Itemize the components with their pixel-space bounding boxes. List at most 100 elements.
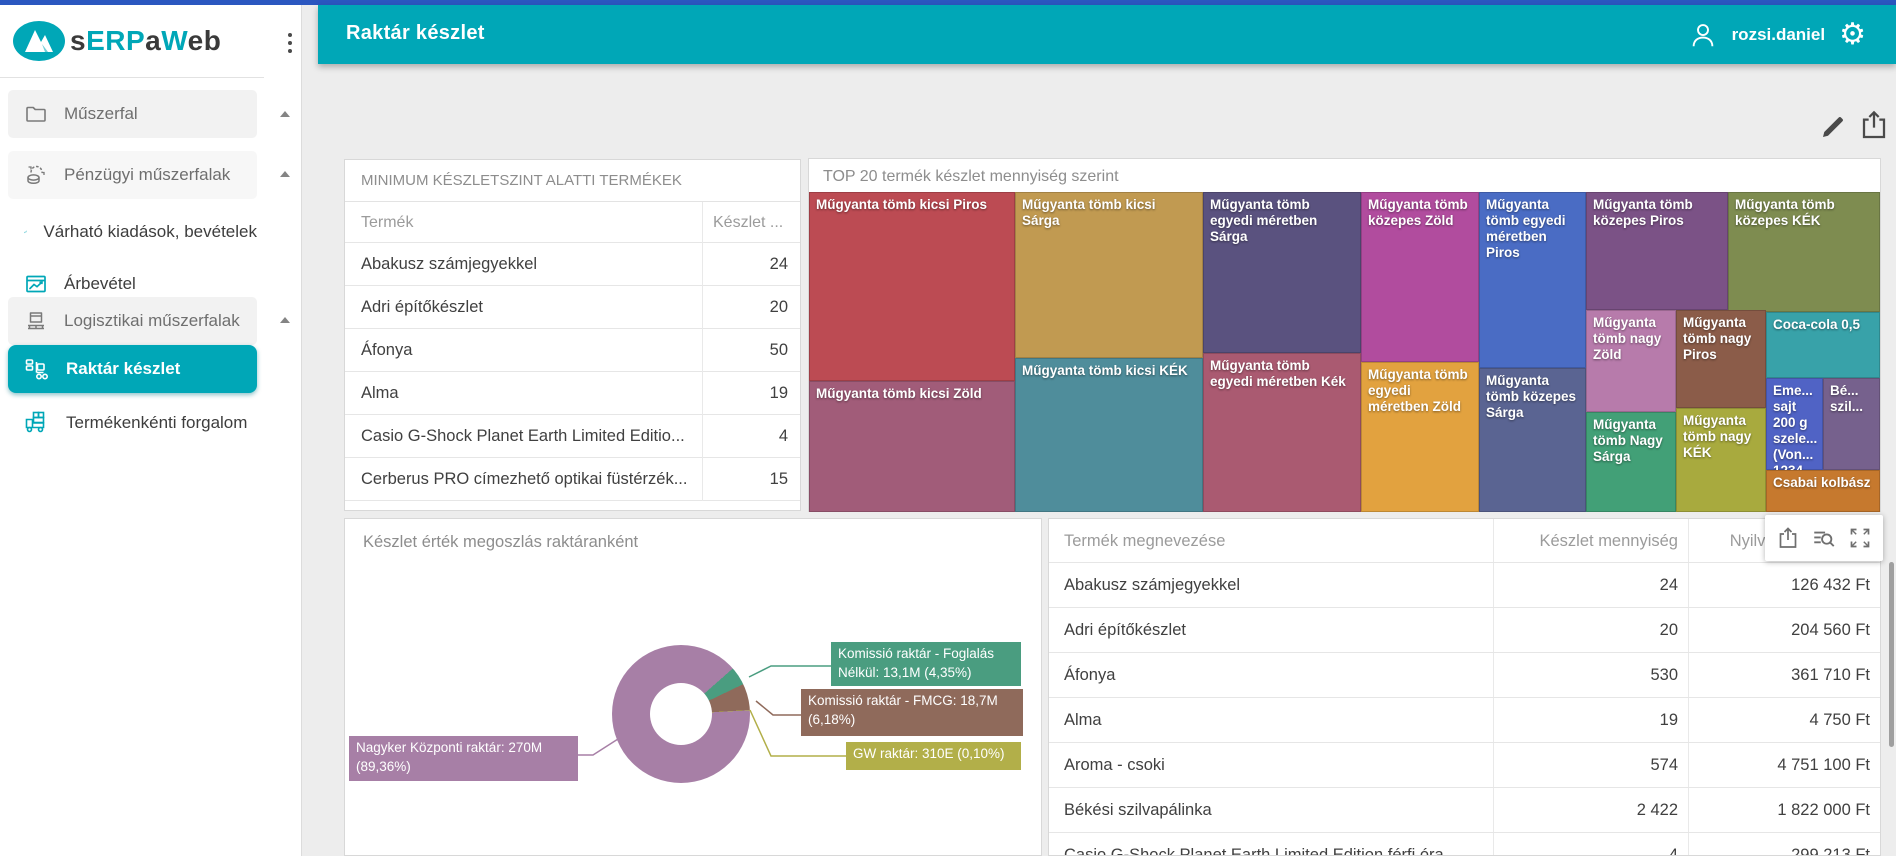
sidebar-item-raktar-keszlet[interactable]: Raktár készlet	[8, 345, 257, 393]
sidebar-item-label: Árbevétel	[64, 274, 136, 294]
panel-minimum-stock: MINIMUM KÉSZLETSZINT ALATTI TERMÉKEK Ter…	[344, 159, 801, 511]
table-header-row: Termék megnevezése Készlet mennyiség Nyi…	[1049, 519, 1880, 563]
column-header-keszlet[interactable]: Készlet ...	[703, 202, 800, 243]
table-row[interactable]: Casio G-Shock Planet Earth Limited Editi…	[1049, 833, 1880, 856]
treemap-cell[interactable]: Bé... szil...	[1823, 378, 1880, 470]
chart-window-icon	[24, 272, 48, 296]
panel-treemap-top20: TOP 20 termék készlet mennyiség szerint …	[808, 158, 1881, 512]
scrollbar-thumb[interactable]	[1889, 562, 1894, 747]
serpa-logo-icon	[12, 20, 66, 62]
table-cell: 19	[1494, 698, 1689, 742]
column-header-termek-megnevezese[interactable]: Termék megnevezése	[1049, 519, 1494, 562]
table-row[interactable]: Áfonya530361 710 Ft	[1049, 653, 1880, 698]
donut-callout-label[interactable]: Nagyker Központi raktár: 270M (89,36%)	[349, 736, 578, 781]
table-row[interactable]: Adri építőkészlet20	[345, 286, 800, 329]
coins-icon	[24, 163, 48, 187]
table-row[interactable]: Aroma - csoki5744 751 100 Ft	[1049, 743, 1880, 788]
table-cell: Áfonya	[1049, 653, 1494, 697]
sidebar-item-label: Logisztikai műszerfalak	[64, 311, 240, 331]
logo: sERPaWeb	[0, 13, 302, 69]
table-cell: 574	[1494, 743, 1689, 787]
treemap-cell[interactable]: Műgyanta tömb kicsi KÉK	[1015, 358, 1203, 512]
table-cell: Abakusz számjegyekkel	[345, 243, 703, 286]
treemap-cell[interactable]: Műgyanta tömb egyedi méretben Piros	[1479, 192, 1586, 368]
treemap-cell[interactable]: Műgyanta tömb egyedi méretben Kék	[1203, 353, 1361, 512]
panel-title: Készlet érték megoszlás raktáranként	[345, 519, 1041, 559]
table-row[interactable]: Cerberus PRO címezhető optikai füstérzék…	[345, 458, 800, 501]
kebab-menu-icon[interactable]	[281, 29, 299, 59]
table-row[interactable]: Alma19	[345, 372, 800, 415]
treemap-cell[interactable]: Műgyanta tömb közepes Zöld	[1361, 192, 1479, 362]
sidebar-item-muszerfal[interactable]: Műszerfal	[8, 90, 257, 138]
table-cell: Békési szilvapálinka	[1049, 788, 1494, 832]
column-header-keszlet-mennyiseg[interactable]: Készlet mennyiség	[1494, 519, 1689, 562]
treemap-cell[interactable]: Csabai kolbász	[1766, 470, 1880, 512]
sidebar-item-label: Várható kiadások, bevételek	[43, 222, 257, 242]
table-body: Abakusz számjegyekkel24126 432 FtAdri ép…	[1049, 563, 1880, 856]
treemap-cell[interactable]: Műgyanta tömb nagy KÉK	[1676, 408, 1766, 512]
column-header-termek[interactable]: Termék	[345, 202, 703, 243]
pallet-box-icon	[24, 309, 48, 333]
export-icon[interactable]	[1858, 108, 1890, 142]
panel-title: TOP 20 termék készlet mennyiség szerint	[809, 159, 1880, 192]
table-cell: Alma	[345, 372, 703, 415]
donut-callout-label[interactable]: Komissió raktár - FMCG: 18,7M (6,18%)	[801, 689, 1023, 736]
table-row[interactable]: Abakusz számjegyekkel24126 432 Ft	[1049, 563, 1880, 608]
treemap-cell[interactable]: Műgyanta tömb nagy Zöld	[1586, 310, 1676, 412]
treemap-cell[interactable]: Műgyanta tömb egyedi méretben Sárga	[1203, 192, 1361, 353]
table-cell: 126 432 Ft	[1689, 563, 1880, 607]
sidebar-item-penzugyi-muszerfalak[interactable]: Pénzügyi műszerfalak	[8, 151, 257, 199]
sidebar: sERPaWeb Műszerfal Pénzügyi műszerfalak	[0, 5, 302, 856]
logo-text: sERPaWeb	[70, 25, 221, 57]
collapse-caret-icon[interactable]	[280, 171, 290, 177]
donut-callout-label[interactable]: Komissió raktár - Foglalás Nélkül: 13,1M…	[831, 642, 1021, 686]
table-cell: 24	[1494, 563, 1689, 607]
panel-title: MINIMUM KÉSZLETSZINT ALATTI TERMÉKEK	[345, 160, 800, 202]
table-body: Abakusz számjegyekkel24Adri építőkészlet…	[345, 243, 800, 501]
panel-stock-value-by-warehouse: Készlet érték megoszlás raktáranként Kom…	[344, 518, 1042, 856]
table-cell: 4	[703, 415, 800, 458]
table-cell: 24	[703, 243, 800, 286]
page-title: Raktár készlet	[346, 22, 485, 45]
treemap-cell[interactable]: Műgyanta tömb közepes KÉK	[1728, 192, 1880, 312]
maximize-icon[interactable]	[1848, 526, 1872, 550]
table-cell: 4 751 100 Ft	[1689, 743, 1880, 787]
treemap-cell[interactable]: Eme... sajt 200 g szele... (Von... 1234.…	[1766, 378, 1823, 470]
treemap-cell[interactable]: Műgyanta tömb kicsi Piros	[809, 192, 1015, 381]
donut-callout-label[interactable]: GW raktár: 310E (0,10%)	[846, 742, 1021, 770]
line-chart-icon	[24, 220, 27, 244]
table-row[interactable]: Adri építőkészlet20204 560 Ft	[1049, 608, 1880, 653]
table-row[interactable]: Békési szilvapálinka2 4221 822 000 Ft	[1049, 788, 1880, 833]
edit-pencil-icon[interactable]	[1818, 112, 1848, 142]
treemap-cell[interactable]: Műgyanta tömb kicsi Zöld	[809, 381, 1015, 512]
app-header: Raktár készlet rozsi.daniel ⚙	[318, 5, 1896, 64]
sidebar-item-label: Pénzügyi műszerfalak	[64, 165, 230, 185]
collapse-caret-icon[interactable]	[280, 111, 290, 117]
grid-toolbar	[1765, 515, 1883, 561]
table-cell: Aroma - csoki	[1049, 743, 1494, 787]
treemap-cell[interactable]: Műgyanta tömb közepes Piros	[1586, 192, 1728, 310]
treemap-cell[interactable]: Műgyanta tömb kicsi Sárga	[1015, 192, 1203, 358]
sidebar-item-logisztikai-muszerfalak[interactable]: Logisztikai műszerfalak	[8, 297, 257, 345]
export-icon[interactable]	[1776, 525, 1800, 551]
sidebar-item-termekenkenti-forgalom[interactable]: Termékenkénti forgalom	[8, 399, 257, 447]
user-menu[interactable]: rozsi.daniel ⚙	[1688, 5, 1866, 64]
inspect-data-icon[interactable]	[1811, 525, 1837, 551]
sidebar-item-varhato-kiadasok[interactable]: Várható kiadások, bevételek	[8, 208, 257, 256]
table-cell: 530	[1494, 653, 1689, 697]
panel-stock-table: Termék megnevezése Készlet mennyiség Nyi…	[1048, 518, 1881, 856]
table-cell: 4	[1494, 833, 1689, 856]
treemap-cell[interactable]: Műgyanta tömb Nagy Sárga	[1586, 412, 1676, 512]
table-row[interactable]: Casio G-Shock Planet Earth Limited Editi…	[345, 415, 800, 458]
delivery-truck-icon	[24, 410, 50, 436]
settings-gear-icon[interactable]: ⚙	[1839, 20, 1866, 50]
treemap-cell[interactable]: Coca-cola 0,5	[1766, 312, 1880, 378]
treemap-cell[interactable]: Műgyanta tömb egyedi méretben Zöld	[1361, 362, 1479, 512]
table-row[interactable]: Abakusz számjegyekkel24	[345, 243, 800, 286]
table-row[interactable]: Alma194 750 Ft	[1049, 698, 1880, 743]
collapse-caret-icon[interactable]	[280, 317, 290, 323]
treemap-cell[interactable]: Műgyanta tömb nagy Piros	[1676, 310, 1766, 408]
treemap-cell[interactable]: Műgyanta tömb közepes Sárga	[1479, 368, 1586, 512]
table-row[interactable]: Áfonya50	[345, 329, 800, 372]
table-cell: Cerberus PRO címezhető optikai füstérzék…	[345, 458, 703, 501]
